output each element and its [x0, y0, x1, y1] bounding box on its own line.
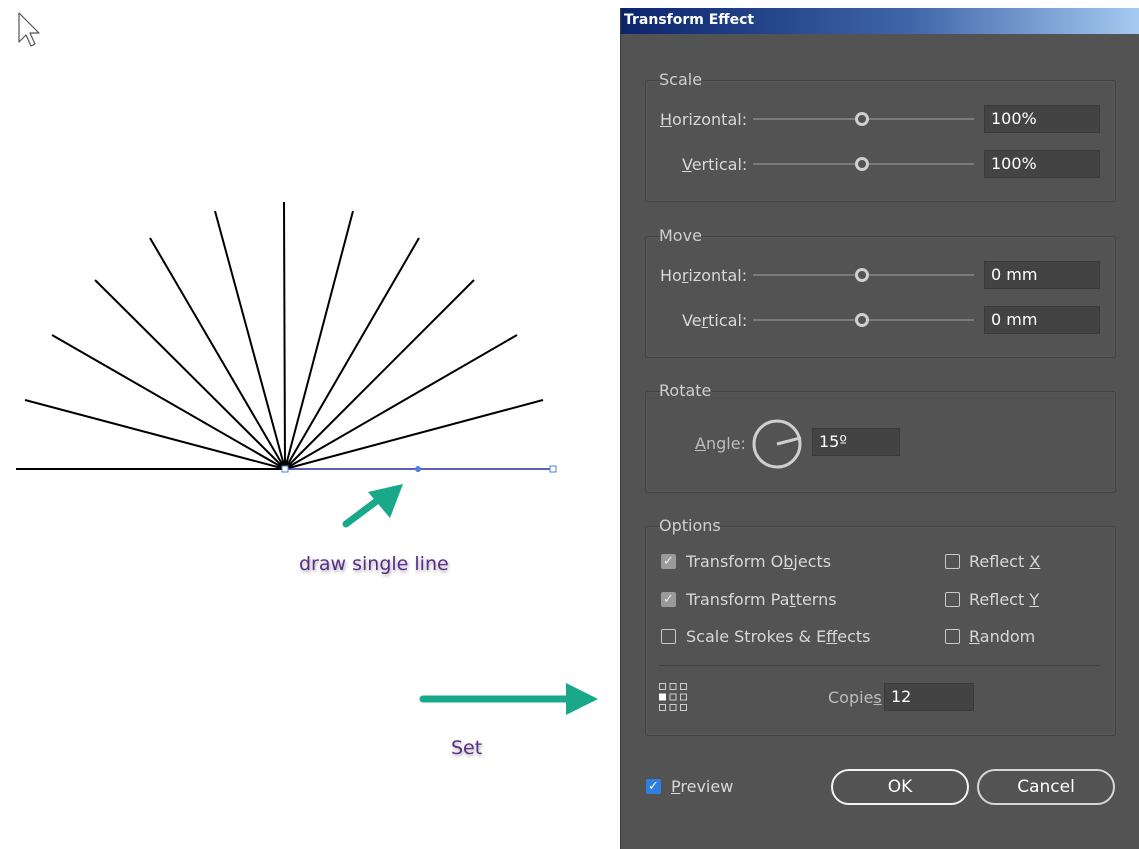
scale-strokes-label[interactable]: Scale Strokes & Effects [686, 627, 871, 646]
selected-line[interactable] [281, 465, 557, 473]
scale-strokes-checkbox[interactable] [661, 629, 676, 644]
cancel-button[interactable]: Cancel [977, 769, 1115, 805]
annotation-draw-single-line: draw single line [299, 553, 449, 575]
reflect-x-checkbox[interactable] [945, 554, 960, 569]
arrow-cursor-icon [18, 12, 40, 47]
move-vertical-slider-thumb[interactable] [855, 313, 869, 327]
right-arrow-icon [419, 683, 598, 715]
scale-horizontal-field[interactable]: 100% [984, 105, 1100, 133]
angle-field[interactable]: 15º [812, 428, 900, 456]
options-group-title: Options [659, 516, 721, 535]
copies-field[interactable]: 12 [884, 683, 974, 711]
move-horizontal-slider-thumb[interactable] [855, 268, 869, 282]
artboard-canvas[interactable] [0, 0, 620, 849]
annotation-set: Set [451, 737, 483, 759]
random-checkbox[interactable] [945, 629, 960, 644]
reflect-y-label[interactable]: Reflect Y [969, 590, 1039, 609]
angle-dial-icon[interactable] [751, 418, 803, 470]
transform-patterns-checkbox[interactable]: ✓ [661, 592, 676, 607]
transform-objects-label[interactable]: Transform Objects [686, 552, 831, 571]
preview-label[interactable]: Preview [671, 777, 733, 796]
angle-label: Angle: [695, 434, 746, 453]
radial-lines [16, 201, 544, 470]
transform-effect-dialog: Transform Effect Scale Horizontal: 100% … [620, 8, 1139, 849]
transform-patterns-label[interactable]: Transform Patterns [686, 590, 837, 609]
move-vertical-field[interactable]: 0 mm [984, 306, 1100, 334]
random-label[interactable]: Random [969, 627, 1035, 646]
scale-vertical-label: Vertical: [682, 155, 748, 174]
rotate-group-title: Rotate [659, 381, 712, 400]
scale-horizontal-slider-thumb[interactable] [855, 112, 869, 126]
diagonal-arrow-icon [342, 484, 403, 528]
copies-label: Copies [828, 688, 882, 707]
scale-horizontal-label: Horizontal: [660, 110, 748, 129]
move-horizontal-field[interactable]: 0 mm [984, 261, 1100, 289]
dialog-title: Transform Effect [624, 12, 755, 28]
scale-vertical-slider-thumb[interactable] [855, 157, 869, 171]
move-vertical-label: Vertical: [682, 311, 748, 330]
reflect-x-label[interactable]: Reflect X [969, 552, 1040, 571]
dialog-titlebar[interactable]: Transform Effect [621, 8, 1139, 34]
move-group [645, 236, 1116, 358]
options-separator [659, 665, 1100, 666]
move-horizontal-label: Horizontal: [660, 266, 748, 285]
scale-group-title: Scale [659, 70, 703, 89]
move-group-title: Move [659, 226, 702, 245]
reflect-y-checkbox[interactable] [945, 592, 960, 607]
scale-group [645, 80, 1116, 202]
preview-checkbox[interactable]: ✓ [646, 779, 661, 794]
scale-vertical-field[interactable]: 100% [984, 150, 1100, 178]
reference-point-grid-icon[interactable] [658, 682, 688, 712]
ok-button[interactable]: OK [831, 769, 969, 805]
transform-objects-checkbox[interactable]: ✓ [661, 554, 676, 569]
